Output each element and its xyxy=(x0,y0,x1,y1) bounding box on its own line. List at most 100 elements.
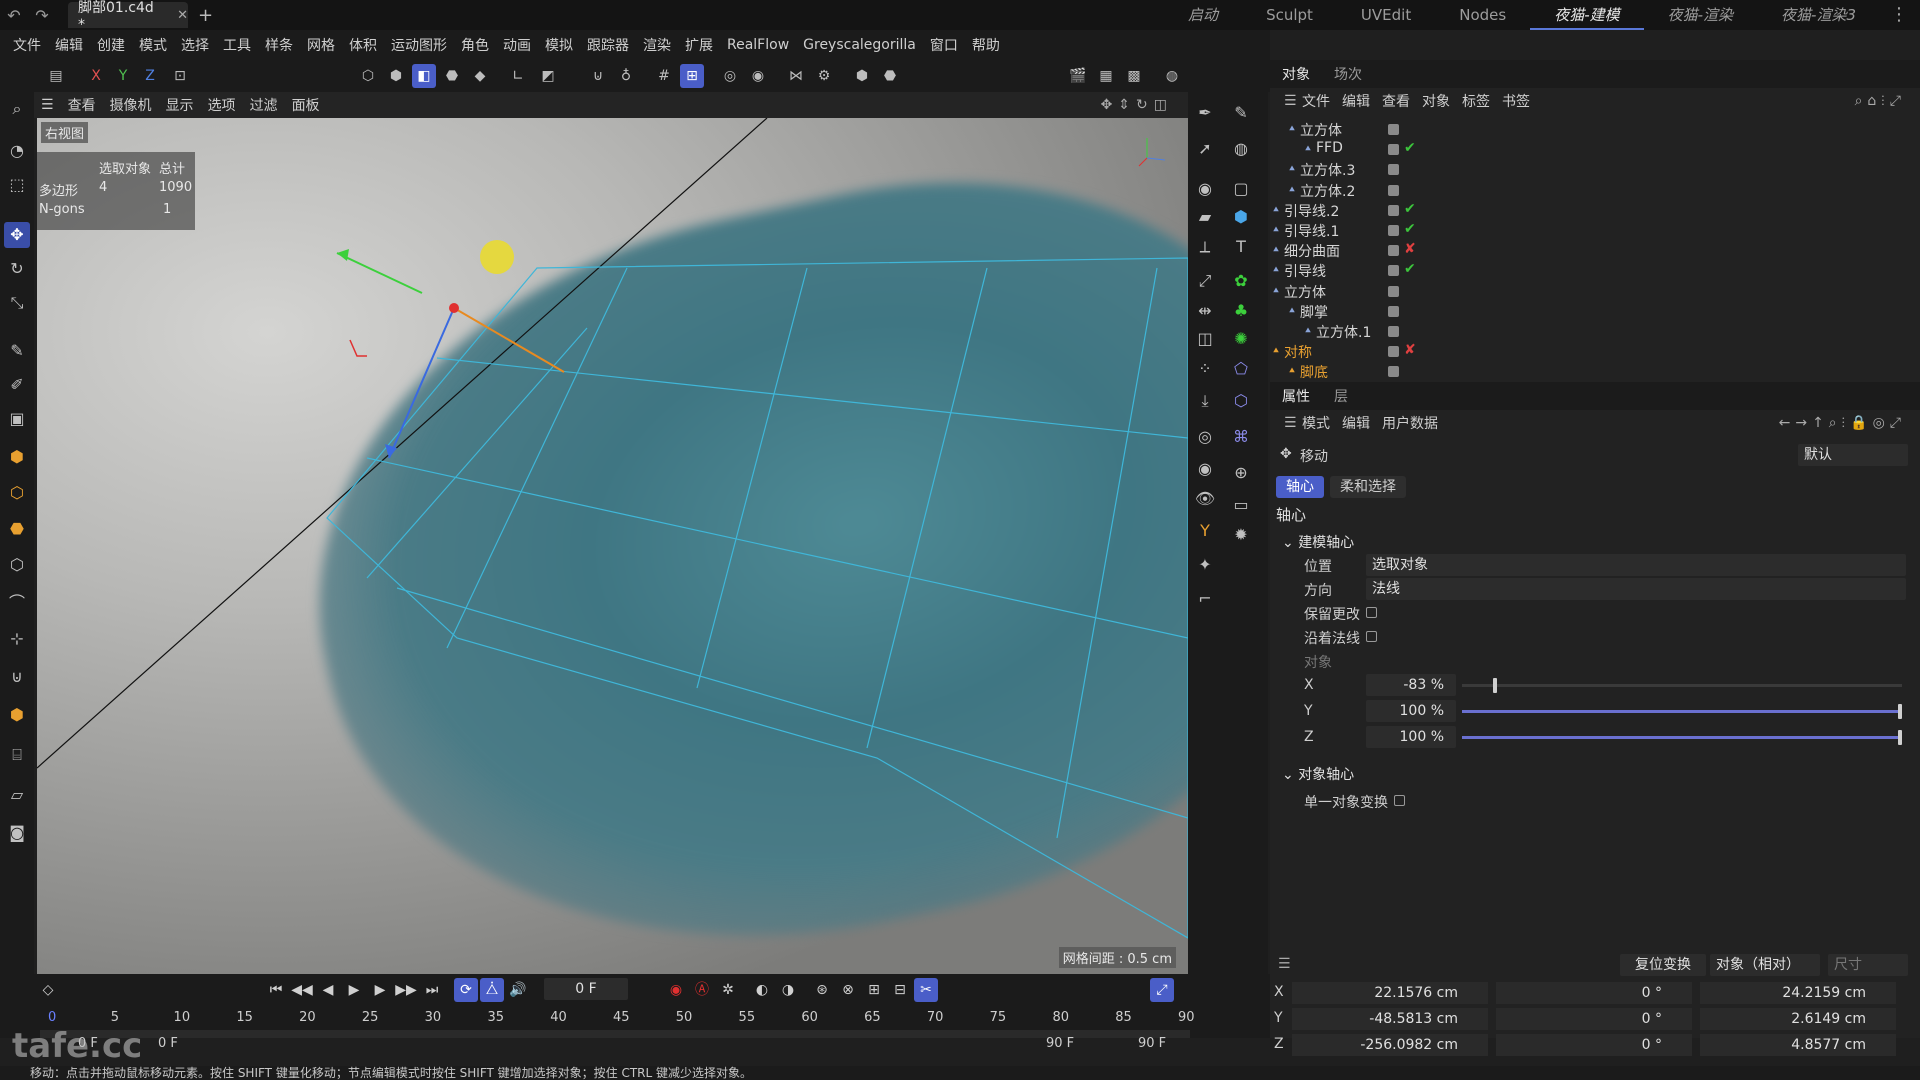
move-tool-icon[interactable]: ✥ xyxy=(4,222,30,248)
subtab-soft-selection[interactable]: 柔和选择 xyxy=(1330,476,1406,498)
layout-tab-render3[interactable]: 夜猫-渲染3 xyxy=(1757,0,1880,30)
attribute-menu-icon[interactable]: ☰ xyxy=(1278,415,1303,431)
viewport-menu-icon[interactable]: ☰ xyxy=(34,97,61,113)
keep-changes-checkbox[interactable] xyxy=(1366,607,1377,618)
layer-color-swatch[interactable] xyxy=(1388,124,1399,135)
cube-object-icon[interactable]: ⬢ xyxy=(1228,204,1254,230)
viewport-menu-camera[interactable]: 摄像机 xyxy=(103,95,159,115)
symmetry-icon[interactable]: ⋈ xyxy=(784,64,808,88)
object-row[interactable]: ⯅ 引导线.2 ✔ xyxy=(1270,201,1920,221)
loop-icon[interactable]: ⟳ xyxy=(454,978,478,1002)
more-options-icon[interactable]: ⋮ xyxy=(1890,4,1908,25)
sketch-icon[interactable]: ✎ xyxy=(1228,100,1254,126)
y-slider-knob[interactable] xyxy=(1898,704,1902,719)
measure-icon[interactable]: ⇹ xyxy=(1192,298,1218,324)
prev-key-icon[interactable]: ◀◀ xyxy=(290,978,314,1002)
layout-tab-uvedit[interactable]: UVEdit xyxy=(1337,0,1435,30)
3d-viewport[interactable]: 右视图 选取对象 总计 多边形 4 1090 N-gons 1 网格间距 : 0… xyxy=(37,118,1188,974)
document-tab[interactable]: 脚部01.c4d * ✕ xyxy=(68,0,188,33)
tab-layers[interactable]: 层 xyxy=(1322,386,1360,406)
position-select[interactable]: 选取对象 xyxy=(1366,554,1906,576)
layout-tab-nodes[interactable]: Nodes xyxy=(1435,0,1530,30)
frame-icon[interactable]: ▣ xyxy=(4,406,30,432)
key-scale-icon[interactable]: ⊛ xyxy=(810,978,834,1002)
viewport-options-icon[interactable]: ◍ xyxy=(1160,64,1184,88)
undo-icon[interactable]: ↶ xyxy=(0,6,28,25)
coord-rot-field[interactable]: 0 ° xyxy=(1496,1008,1692,1030)
object-row[interactable]: ⯅ 立方体 xyxy=(1270,282,1920,302)
layer-color-swatch[interactable] xyxy=(1388,164,1399,176)
x-slider-knob[interactable] xyxy=(1492,678,1497,693)
axis-y-button[interactable]: Y xyxy=(111,64,135,88)
group-modeling-axis[interactable]: ⌄ 建模轴心 xyxy=(1282,532,1354,552)
grid-dots-icon[interactable]: ⁘ xyxy=(1192,356,1218,382)
light-icon[interactable]: ✹ xyxy=(1228,522,1254,548)
menu-volume[interactable]: 体积 xyxy=(342,35,384,55)
viewport-menu-filter[interactable]: 过滤 xyxy=(243,95,285,115)
object-menu-tags[interactable]: 标签 xyxy=(1456,91,1496,111)
weld-icon[interactable]: ⊹ xyxy=(4,626,30,652)
enabled-check-icon[interactable]: ✔ xyxy=(1404,201,1416,217)
direction-select[interactable]: 法线 xyxy=(1366,578,1906,600)
menu-greyscalegorilla[interactable]: Greyscalegorilla xyxy=(796,37,923,53)
object-row[interactable]: ⯅ 脚底 xyxy=(1270,362,1920,382)
axis-z-button[interactable]: Z xyxy=(138,64,162,88)
object-row[interactable]: ⯅ 引导线 ✔ xyxy=(1270,261,1920,281)
text-icon[interactable]: T xyxy=(1228,234,1254,260)
object-row[interactable]: ⯅ 立方体.2 xyxy=(1270,181,1920,201)
coord-pos-field[interactable]: -48.5813 cm xyxy=(1292,1008,1488,1030)
key-pla-icon[interactable]: ⊞ xyxy=(862,978,886,1002)
auto-key-icon[interactable]: Ⓐ xyxy=(690,978,714,1002)
box-select-icon[interactable]: ⬚ xyxy=(4,172,30,198)
menu-help[interactable]: 帮助 xyxy=(965,35,1007,55)
texture-mode-icon[interactable]: ◩ xyxy=(536,64,560,88)
enabled-check-icon[interactable]: ✔ xyxy=(1404,261,1416,277)
layout-tab-startup[interactable]: 启动 xyxy=(1164,0,1242,30)
x-value-field[interactable]: -83 % xyxy=(1366,674,1456,696)
y-value-field[interactable]: 100 % xyxy=(1366,700,1456,722)
menu-mode[interactable]: 模式 xyxy=(132,35,174,55)
menu-animate[interactable]: 动画 xyxy=(496,35,538,55)
coord-rot-field[interactable]: 0 ° xyxy=(1496,982,1692,1004)
layer-color-swatch[interactable] xyxy=(1388,346,1399,358)
cloner-icon[interactable]: ♣ xyxy=(1228,298,1254,324)
extrude-icon[interactable]: ⬣ xyxy=(4,516,30,542)
record-icon[interactable]: ◉ xyxy=(1192,176,1218,202)
coord-pos-field[interactable]: -256.0982 cm xyxy=(1292,1034,1488,1056)
menu-edit[interactable]: 编辑 xyxy=(48,35,90,55)
solo-icon[interactable]: ♁ xyxy=(614,64,638,88)
deformer-icon[interactable]: ⬢ xyxy=(4,702,30,728)
split-icon[interactable]: ◫ xyxy=(1192,326,1218,352)
coord-mode-select[interactable]: 对象（相对） xyxy=(1710,954,1820,976)
tab-objects[interactable]: 对象 xyxy=(1270,64,1322,84)
brush-tool-icon[interactable]: ✐ xyxy=(4,372,30,398)
layer-color-swatch[interactable] xyxy=(1388,305,1399,317)
viewport-menu-options[interactable]: 选项 xyxy=(201,95,243,115)
layout-tab-sculpt[interactable]: Sculpt xyxy=(1242,0,1337,30)
layer-color-swatch[interactable] xyxy=(1388,366,1399,378)
z-slider[interactable] xyxy=(1462,730,1902,745)
range-end2-field[interactable]: 90 F xyxy=(1138,1036,1166,1051)
layer-color-swatch[interactable] xyxy=(1388,245,1399,257)
grid-snap-icon[interactable]: # xyxy=(652,64,676,88)
object-search-icon[interactable]: ⌕⌂⫶⤢ xyxy=(1849,93,1912,109)
snap-icon[interactable]: ⊞ xyxy=(680,64,704,88)
viewport-menu-view[interactable]: 查看 xyxy=(61,95,103,115)
menu-mesh[interactable]: 网格 xyxy=(300,35,342,55)
bridge-icon[interactable]: ⌒ xyxy=(4,590,30,616)
menu-window[interactable]: 窗口 xyxy=(923,35,965,55)
render-active-icon[interactable]: ▦ xyxy=(1094,64,1118,88)
square-icon[interactable]: ▢ xyxy=(1228,176,1254,202)
deform-icon[interactable]: ⬠ xyxy=(1228,356,1254,382)
key-rotation-icon[interactable]: ◑ xyxy=(776,978,800,1002)
menu-file[interactable]: 文件 xyxy=(6,35,48,55)
menu-tracker[interactable]: 跟踪器 xyxy=(580,35,636,55)
record-key-icon[interactable]: ◉ xyxy=(664,978,688,1002)
bend-icon[interactable]: ⌘ xyxy=(1228,424,1254,450)
viewport-nav-icons[interactable]: ✥⇕↻◫ xyxy=(1094,97,1180,113)
layer-color-swatch[interactable] xyxy=(1388,265,1399,277)
polygons-mode-icon[interactable]: ◧ xyxy=(412,64,436,88)
render-view-icon[interactable]: ⬢ xyxy=(850,64,874,88)
object-menu-view[interactable]: 查看 xyxy=(1376,91,1416,111)
attr-menu-userdata[interactable]: 用户数据 xyxy=(1376,413,1444,433)
